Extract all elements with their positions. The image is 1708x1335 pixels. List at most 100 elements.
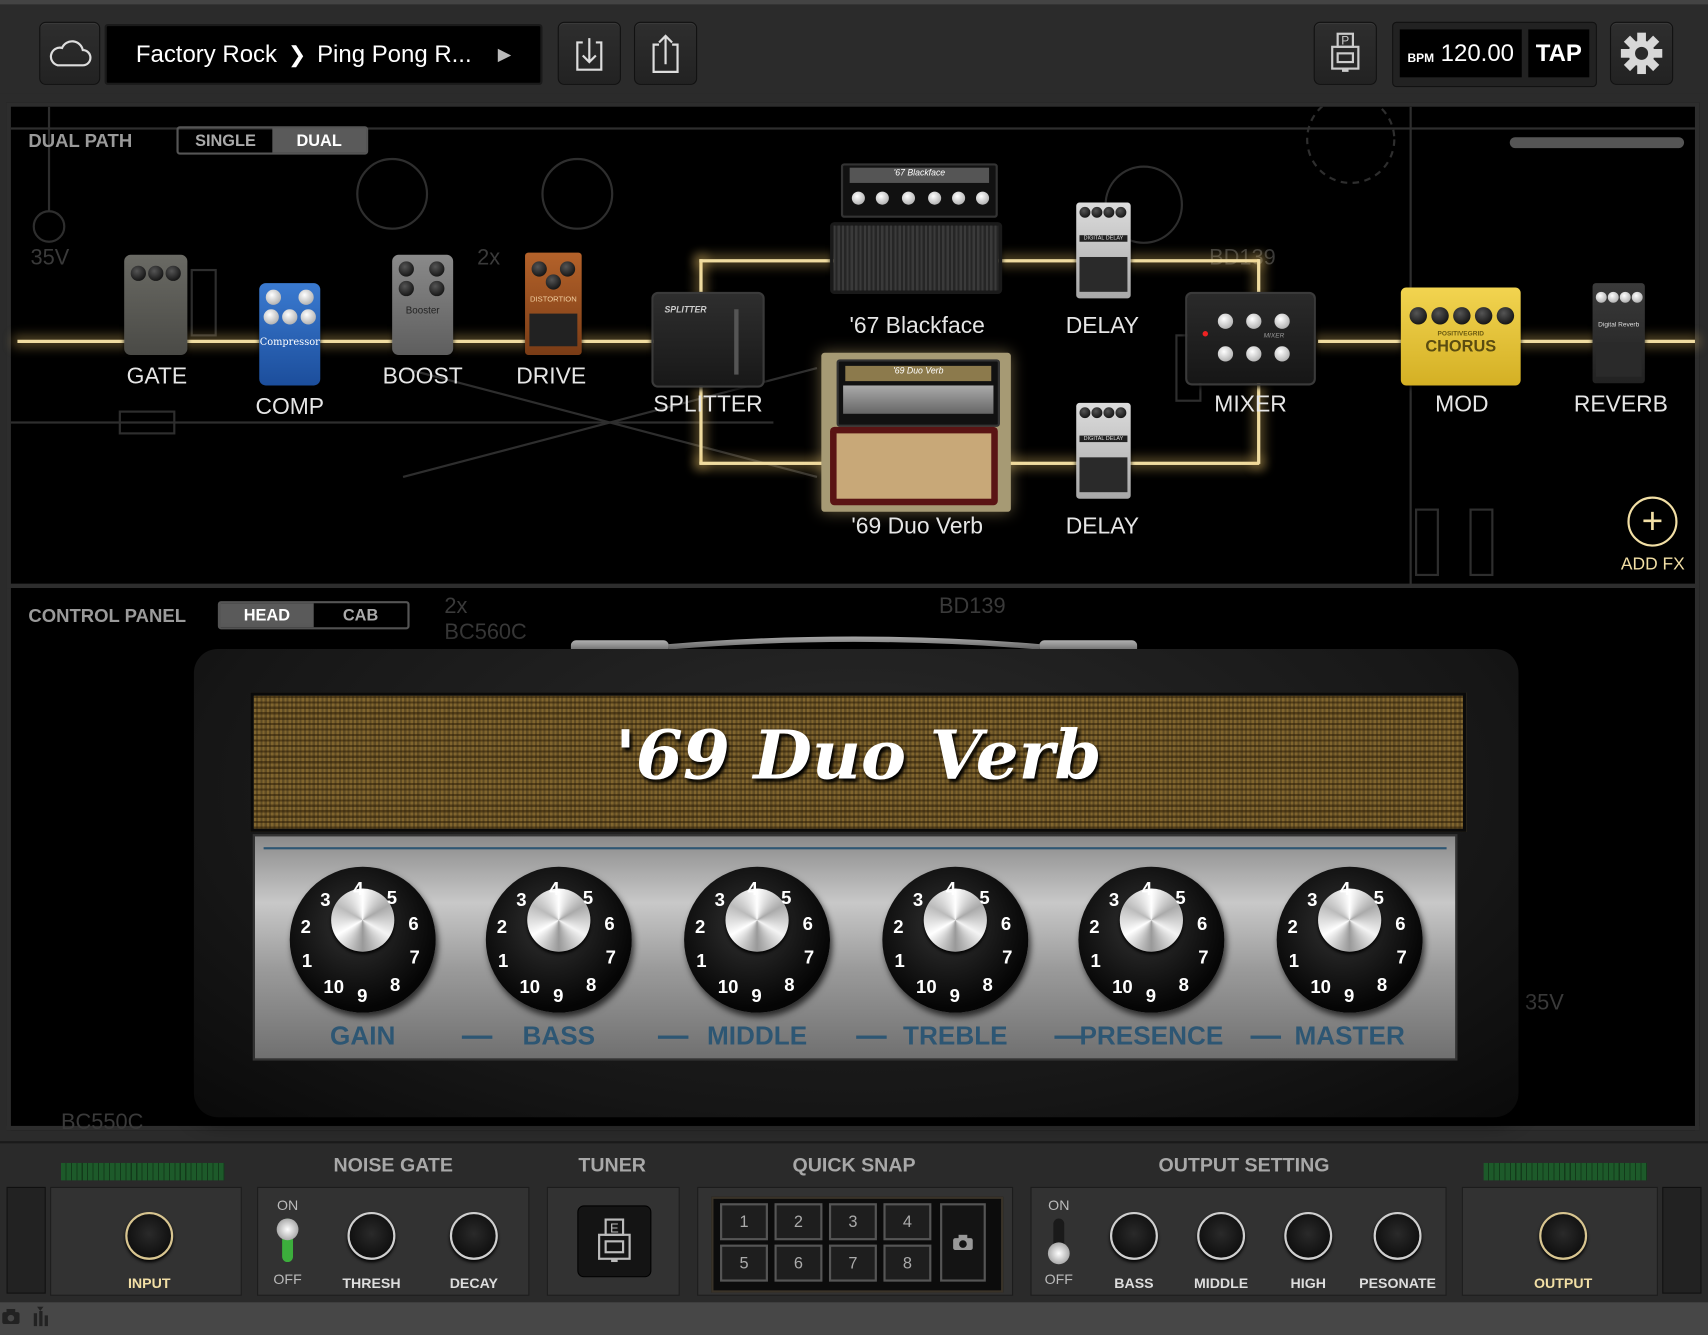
chain-scrollbar[interactable] [1509, 137, 1685, 149]
export-button[interactable] [633, 21, 698, 85]
amp-67-blackface-head[interactable]: '67 Blackface [840, 163, 998, 218]
amp-67-blackface-cab[interactable] [830, 222, 1003, 295]
amp-knob-label: GAIN [330, 1021, 396, 1051]
decay-knob[interactable] [449, 1211, 498, 1260]
pedal-name: DIGITAL DELAY [1079, 435, 1128, 443]
quick-snap-slot[interactable]: 3 [828, 1203, 877, 1241]
eq-resonate-label: PESONATE [1359, 1275, 1437, 1292]
output-panel: OUTPUT [1461, 1186, 1658, 1296]
play-icon[interactable]: ▶ [498, 44, 511, 66]
add-fx-label[interactable]: ADD FX [1621, 555, 1685, 575]
amp-knob-gain[interactable]: 1 2 3 4 5 6 7 8 9 10 [289, 866, 436, 1013]
bpm-label: BPM [1407, 52, 1435, 66]
tuner-panel: E [546, 1186, 680, 1296]
fx-label-comp: COMP [255, 394, 325, 420]
dial-number: 4 [1340, 878, 1351, 900]
fx-label-drive: DRIVE [516, 363, 587, 389]
dial-number: 8 [1376, 974, 1388, 996]
tab-head[interactable]: HEAD [220, 603, 314, 628]
input-panel: INPUT [50, 1186, 242, 1296]
preset-bank[interactable]: Factory Rock [136, 40, 277, 68]
eq-bass-knob[interactable] [1109, 1211, 1158, 1260]
dial-number: 1 [1090, 950, 1101, 972]
gate-pedal[interactable] [124, 254, 188, 355]
settings-button[interactable] [1609, 21, 1674, 85]
quick-snap-slot[interactable]: 8 [883, 1244, 932, 1282]
mixer-sliders-icon[interactable] [33, 1306, 50, 1327]
amp-knob-bass[interactable]: 1 2 3 4 5 6 7 8 9 10 [485, 866, 632, 1013]
dial-number: 1 [1288, 950, 1300, 972]
amp-knob-label: TREBLE [903, 1021, 1008, 1051]
quick-snap-slot[interactable]: 6 [774, 1244, 823, 1282]
input-label: INPUT [127, 1275, 171, 1292]
fx-label-gate: GATE [126, 363, 188, 389]
amp-knob-middle[interactable]: 1 2 3 4 5 6 7 8 9 10 [684, 866, 831, 1013]
preset-name[interactable]: Ping Pong R... [317, 40, 472, 68]
dial-number: 1 [696, 950, 707, 972]
pedalboard-button[interactable]: P [1313, 21, 1377, 85]
eq-middle-knob[interactable] [1197, 1211, 1246, 1260]
output-knob[interactable] [1539, 1211, 1588, 1260]
amp-knob-presence[interactable]: 1 2 3 4 5 6 7 8 9 10 [1078, 866, 1225, 1013]
dial-number: 7 [803, 946, 815, 968]
eq-high-label: HIGH [1290, 1275, 1326, 1292]
bpm-control: BPM 120.00 TAP [1392, 21, 1597, 88]
eq-high-knob[interactable] [1284, 1211, 1333, 1260]
tap-tempo-button[interactable]: TAP [1528, 29, 1590, 78]
quick-snap-slot[interactable]: 7 [828, 1244, 877, 1282]
dial-number: 8 [1178, 974, 1189, 996]
download-tray-icon [576, 38, 603, 71]
quick-snap-slot[interactable]: 5 [720, 1244, 768, 1282]
dial-number: 5 [781, 887, 792, 909]
quick-snap-slot[interactable]: 2 [774, 1203, 823, 1241]
dial-number: 5 [979, 887, 990, 909]
amp-69-duo-verb-selected[interactable]: '69 Duo Verb [821, 352, 1011, 512]
eq-bass-label: BASS [1114, 1275, 1154, 1292]
preset-selector[interactable]: Factory Rock ❯ Ping Pong R... ▶ [104, 23, 543, 85]
amp-knob-label: MIDDLE [706, 1021, 808, 1051]
mode-dual-button[interactable]: DUAL [272, 128, 367, 153]
dial-number: 9 [751, 985, 762, 1007]
chorus-pedal[interactable]: POSITIVEGRID CHORUS [1400, 287, 1521, 386]
snapshot-camera-button[interactable] [940, 1203, 986, 1282]
amp-knob-treble[interactable]: 1 2 3 4 5 6 7 8 9 10 [882, 866, 1029, 1013]
mixer-module[interactable]: MIXER [1185, 291, 1316, 386]
import-button[interactable] [557, 21, 621, 85]
delay-pedal-b[interactable]: DIGITAL DELAY [1076, 402, 1131, 499]
faceplate-divider [856, 1035, 887, 1039]
cloud-button[interactable] [39, 21, 101, 85]
dial-number: 10 [916, 976, 937, 998]
quick-snap-slot[interactable]: 4 [883, 1203, 932, 1241]
dial-number: 3 [714, 889, 725, 911]
input-knob[interactable] [125, 1211, 174, 1260]
reverb-pedal[interactable]: Digital Reverb [1592, 283, 1645, 384]
tuner-button[interactable]: E [577, 1205, 652, 1278]
switch-handle[interactable] [1047, 1242, 1070, 1265]
thresh-knob[interactable] [347, 1211, 396, 1260]
dial-number: 8 [784, 974, 795, 996]
mode-single-button[interactable]: SINGLE [179, 128, 273, 152]
eq-switch-on-label: ON [1048, 1196, 1070, 1214]
eq-resonate-knob[interactable] [1373, 1211, 1422, 1260]
amp-grille: '69 Duo Verb [250, 692, 1467, 832]
bpm-field[interactable]: BPM 120.00 [1399, 29, 1522, 78]
switch-handle[interactable] [276, 1218, 299, 1241]
dial-number: 3 [1307, 889, 1318, 911]
amp-knob-master[interactable]: 1 2 3 4 5 6 7 8 9 10 [1276, 866, 1423, 1013]
delay-pedal-a[interactable]: DIGITAL DELAY [1076, 202, 1131, 299]
dial-number: 1 [894, 950, 905, 972]
noise-gate-title: NOISE GATE [333, 1154, 453, 1177]
compressor-pedal[interactable]: Compressor [259, 283, 321, 386]
add-fx-button[interactable]: + [1627, 496, 1678, 547]
distortion-pedal[interactable]: DISTORTION [525, 252, 582, 355]
thresh-label: THRESH [342, 1275, 401, 1292]
booster-pedal[interactable]: Booster [392, 254, 454, 355]
camera-icon[interactable] [2, 1308, 20, 1325]
quick-snap-slot[interactable]: 1 [720, 1203, 768, 1241]
pedal-name: Digital Reverb [1598, 322, 1640, 329]
dial-number: 4 [353, 878, 364, 900]
splitter-module[interactable]: SPLITTER [651, 291, 765, 388]
bpm-value[interactable]: 120.00 [1441, 39, 1514, 67]
tab-cab[interactable]: CAB [314, 603, 408, 627]
faceplate-divider [1250, 1035, 1282, 1039]
